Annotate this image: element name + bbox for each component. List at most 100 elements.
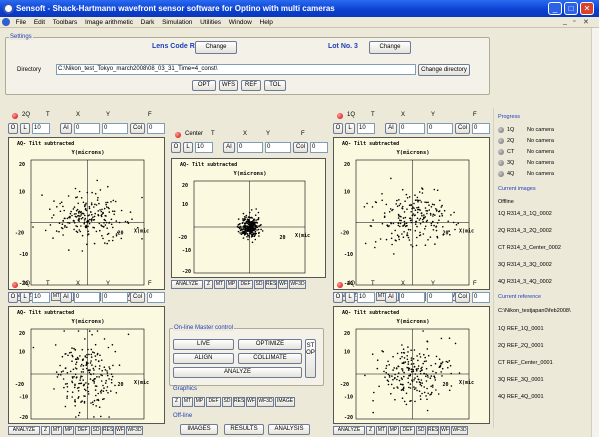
ref-button[interactable]: REF [241,80,261,91]
f-field[interactable]: 0 [472,123,490,134]
collimate-button[interactable]: COLLIMATE [238,353,302,364]
y-field[interactable]: 0 [102,123,128,134]
live-button[interactable]: LIVE [173,339,234,350]
y-field[interactable]: 0 [265,142,291,153]
def-button[interactable]: DEF [238,280,253,289]
f-field[interactable]: 0 [472,292,490,303]
menu-utilities[interactable]: Utilities [197,17,224,28]
o-button[interactable]: O [333,123,343,134]
ai-button[interactable]: AI [60,292,72,303]
menu-window[interactable]: Window [226,17,255,28]
z-button[interactable]: Z [366,426,375,435]
menu-toolbars[interactable]: Toolbars [50,17,81,28]
x-field[interactable]: 0 [74,123,100,134]
graphics-z-button[interactable]: Z [172,397,181,407]
vertical-scrollbar[interactable] [591,28,599,437]
menu-file[interactable]: File [13,17,29,28]
x-field[interactable]: 0 [399,292,425,303]
col-button[interactable]: Col [455,292,470,303]
stop-button[interactable]: STOP [305,339,316,378]
x-field[interactable]: 0 [399,123,425,134]
x-field[interactable]: 0 [237,142,263,153]
change-lot-button[interactable]: Change [369,41,411,54]
analyze-button[interactable]: ANALYZE [171,280,203,289]
menu-dark[interactable]: Dark [138,17,158,28]
graphics-def-button[interactable]: DEF [206,397,221,407]
wf3d-button[interactable]: WF3D [451,426,468,435]
ai-button[interactable]: AI [223,142,235,153]
t-field[interactable]: 10 [195,142,213,153]
align-button[interactable]: ALIGN [173,353,234,364]
wfs-button[interactable]: WFS [219,80,238,91]
mdi-minimize-button[interactable]: _ [563,18,567,25]
menu-image-arithmetic[interactable]: Image arithmetic [82,17,136,28]
def-button[interactable]: DEF [400,426,415,435]
res-button[interactable]: RES [265,280,277,289]
tol-button[interactable]: TOL [264,80,286,91]
images-button[interactable]: IMAGES [180,424,218,435]
mdi-window-icon[interactable] [2,18,10,27]
minimize-button[interactable]: _ [548,2,562,15]
t-field[interactable]: 10 [32,123,50,134]
def-button[interactable]: DEF [75,426,90,435]
menu-edit[interactable]: Edit [31,17,48,28]
graphics-wf3d-button[interactable]: WF3D [257,397,274,407]
change-directory-button[interactable]: Change directory [418,64,470,76]
results-button[interactable]: RESULTS [224,424,264,435]
t-field[interactable]: 10 [32,292,50,303]
graphics-res-button[interactable]: RES [233,397,245,407]
graphics-mt-button[interactable]: MT [182,397,193,407]
y-field[interactable]: 0 [427,292,453,303]
mt-button[interactable]: MT [51,426,62,435]
analysis-button[interactable]: ANALYSIS [268,424,310,435]
mdi-close-button[interactable]: ✕ [583,18,589,26]
graphics-mp-button[interactable]: MP [194,397,205,407]
res-button[interactable]: RES [102,426,114,435]
analyze-all-button[interactable]: ANALYZE [173,367,302,378]
mt-button[interactable]: MT [214,280,225,289]
y-field[interactable]: 0 [427,123,453,134]
o-button[interactable]: O [8,123,18,134]
optimize-button[interactable]: OPTIMIZE [238,339,302,350]
t-field[interactable]: 10 [357,123,375,134]
menu-help[interactable]: Help [257,17,276,28]
mp-button[interactable]: MP [226,280,237,289]
mt-button[interactable]: MT [376,426,387,435]
menu-simulation[interactable]: Simulation [159,17,195,28]
res-button[interactable]: RES [427,426,439,435]
l-button[interactable]: L [183,142,193,153]
wf-button[interactable]: WF [440,426,450,435]
z-button[interactable]: Z [204,280,213,289]
col-button[interactable]: Col [130,123,145,134]
analyze-button[interactable]: ANALYZE [8,426,40,435]
sd-button[interactable]: SD [416,426,426,435]
graphics-wf-button[interactable]: WF [246,397,256,407]
wf-button[interactable]: WF [115,426,125,435]
ai-button[interactable]: AI [385,292,397,303]
col-button[interactable]: Col [455,123,470,134]
mdi-restore-button[interactable]: ▫ [573,18,575,25]
z-button[interactable]: Z [41,426,50,435]
wf3d-button[interactable]: WF3D [126,426,143,435]
x-field[interactable]: 0 [74,292,100,303]
o-button[interactable]: O [8,292,18,303]
opt-button[interactable]: OPT [192,80,216,91]
l-button[interactable]: L [345,292,355,303]
l-button[interactable]: L [20,292,30,303]
col-button[interactable]: Col [130,292,145,303]
change-lens-button[interactable]: Change [195,41,237,54]
wf3d-button[interactable]: WF3D [289,280,306,289]
directory-field[interactable]: C:\Nikon_test_Tokyo_march2008\08_03_31_T… [56,64,416,75]
ai-button[interactable]: AI [60,123,72,134]
graphics-image-button[interactable]: IMAGE [275,397,295,407]
wf-button[interactable]: WF [278,280,288,289]
o-button[interactable]: O [333,292,343,303]
f-field[interactable]: 0 [147,292,165,303]
l-button[interactable]: L [345,123,355,134]
graphics-sd-button[interactable]: SD [222,397,232,407]
analyze-button[interactable]: ANALYZE [333,426,365,435]
mp-button[interactable]: MP [63,426,74,435]
close-button[interactable]: ✕ [580,2,594,15]
f-field[interactable]: 0 [147,123,165,134]
col-button[interactable]: Col [293,142,308,153]
